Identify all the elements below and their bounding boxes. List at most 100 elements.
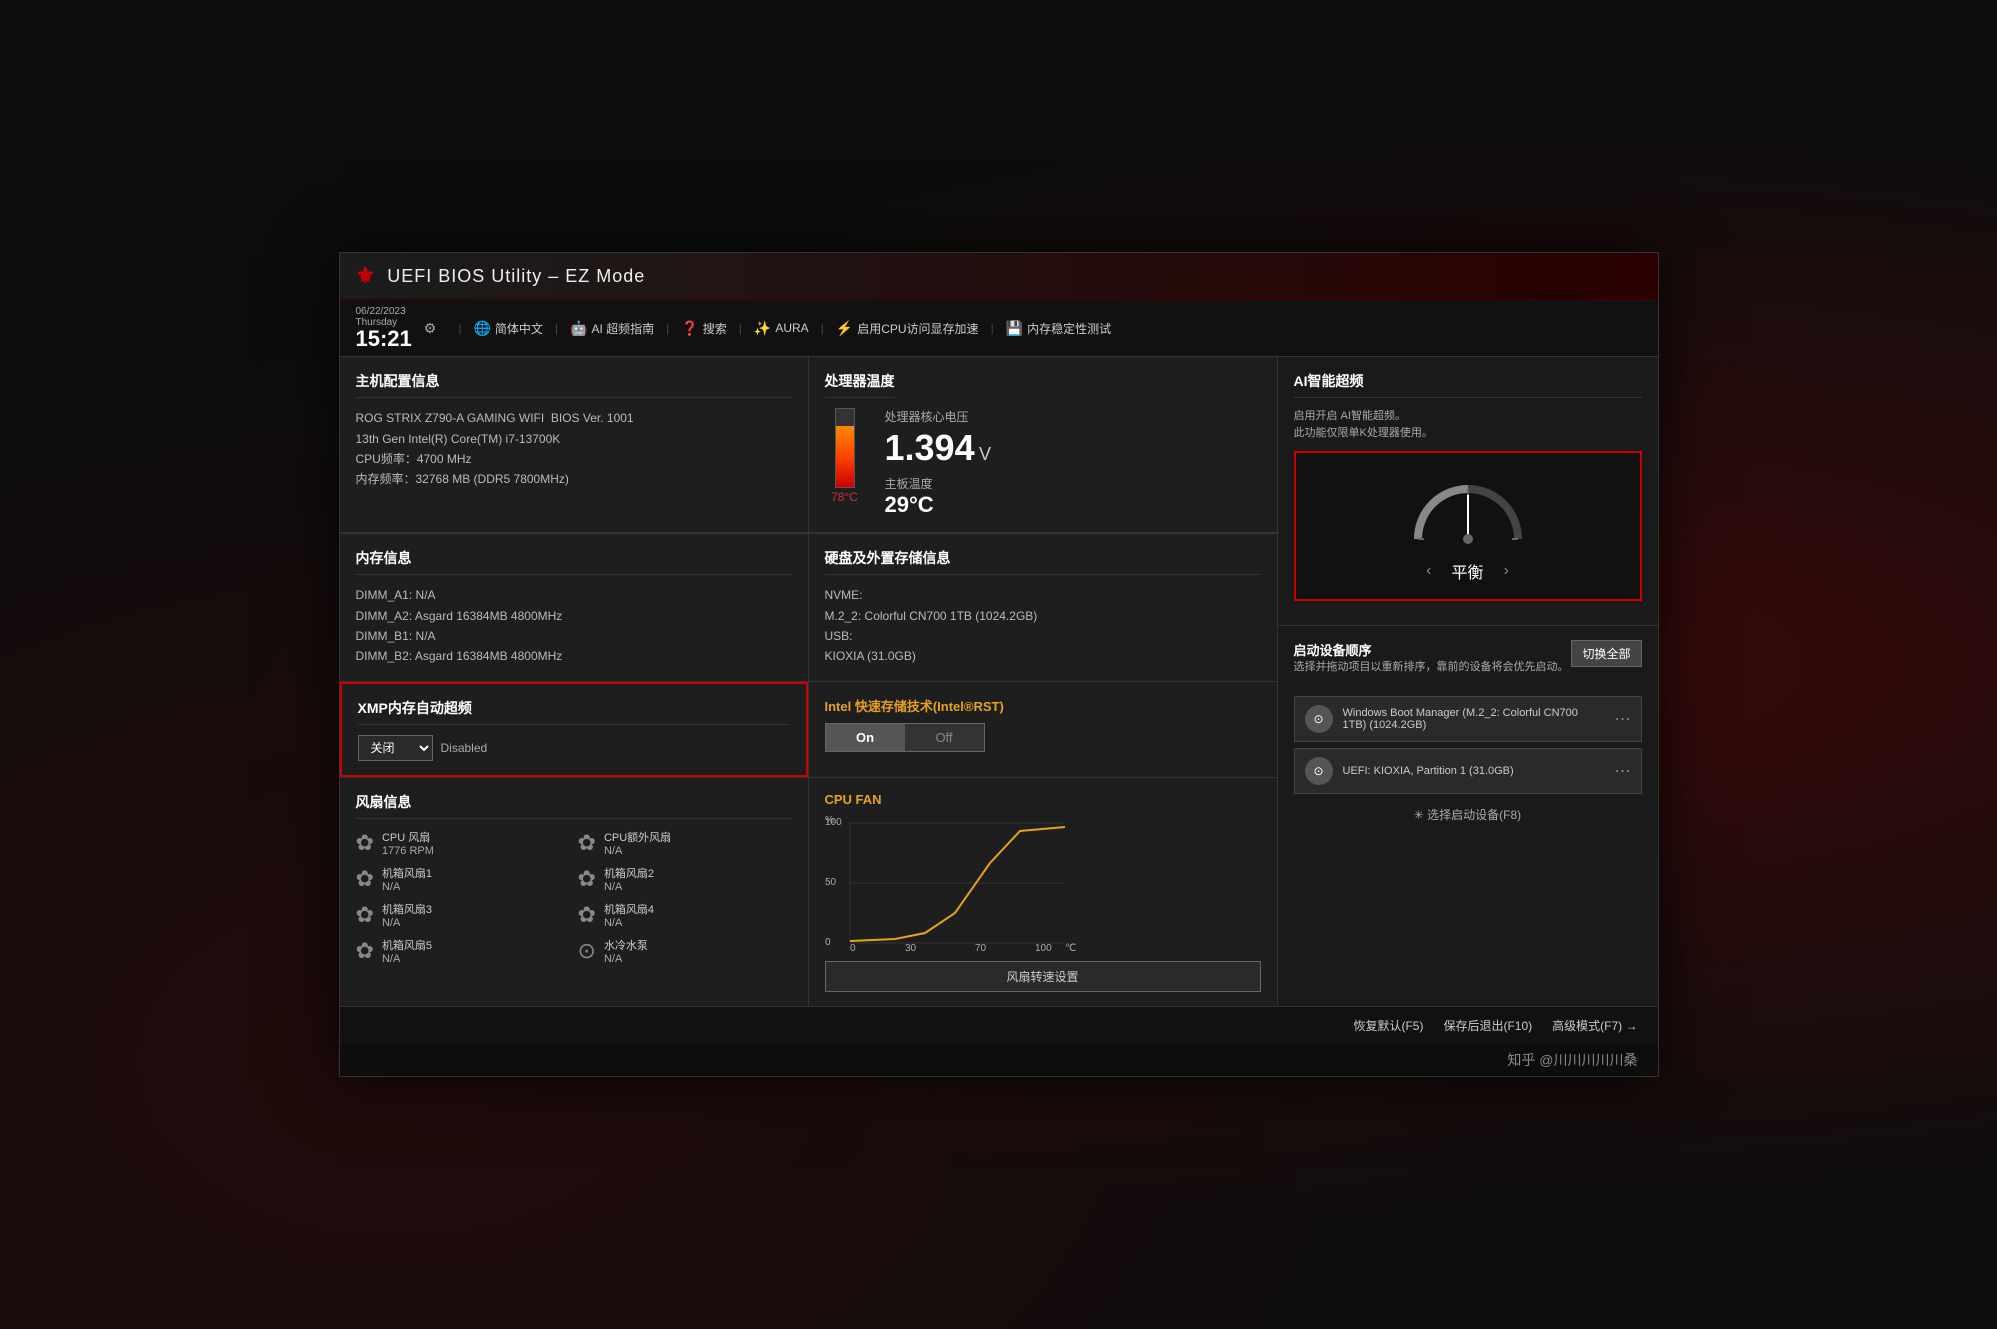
rst-panel: Intel 快速存储技术(Intel®RST) On Off [809, 682, 1277, 777]
xmp-select[interactable]: 关闭XMP IXMP II [358, 735, 433, 761]
gauge-nav: ‹ 平衡 › [1312, 559, 1624, 583]
advanced-mode-button[interactable]: 高级模式(F7) → [1552, 1017, 1637, 1034]
ai-panel: AI智能超频 启用开启 AI智能超频。此功能仅限单K处理器使用。 [1278, 357, 1658, 625]
fan-chassis3-info: 机箱风扇3 N/A [382, 901, 432, 929]
fan-cpu-icon: ✿ [356, 830, 374, 856]
boot-item-menu-kioxia[interactable]: ⋯ [1615, 761, 1631, 781]
memory-slots: DIMM_A1: N/A DIMM_A2: Asgard 16384MB 480… [356, 585, 792, 667]
fan-chassis4-icon: ✿ [578, 902, 596, 928]
window-title: UEFI BIOS Utility – EZ Mode [387, 266, 645, 287]
cpu-icon: ⚡ [836, 320, 853, 337]
boot-item-icon-windows: ⊙ [1305, 705, 1333, 733]
mb-temp-label: 主板温度 [885, 475, 992, 492]
speedometer-svg [1408, 469, 1528, 549]
fan-pump-icon: ⊙ [578, 938, 596, 964]
fan-chassis5: ✿ 机箱风扇5 N/A [356, 937, 570, 965]
time-display: 15:21 [356, 328, 412, 350]
settings-icon[interactable]: ⚙ [424, 320, 437, 337]
dimm-a2: DIMM_A2: Asgard 16384MB 4800MHz [356, 606, 792, 626]
svg-text:0: 0 [825, 937, 831, 948]
xmp-dropdown: 关闭XMP IXMP II Disabled [358, 735, 790, 761]
toolbar-search[interactable]: ❓ 搜索 [675, 318, 732, 339]
toolbar-cpu-access[interactable]: ⚡ 启用CPU访问显存加速 [830, 318, 985, 339]
ai-description: 启用开启 AI智能超频。此功能仅限单K处理器使用。 [1294, 408, 1642, 441]
boot-item-kioxia[interactable]: ⊙ UEFI: KIOXIA, Partition 1 (31.0GB) ⋯ [1294, 748, 1642, 794]
fan-cpu-extra-icon: ✿ [578, 830, 596, 856]
toolbar-ai-guide[interactable]: 🤖 AI 超频指南 [564, 318, 660, 339]
fan-chassis3-icon: ✿ [356, 902, 374, 928]
boot-item-windows[interactable]: ⊙ Windows Boot Manager (M.2_2: Colorful … [1294, 696, 1642, 742]
aura-icon: ✨ [754, 320, 771, 337]
fan-chassis2-icon: ✿ [578, 866, 596, 892]
dimm-b2: DIMM_B2: Asgard 16384MB 4800MHz [356, 646, 792, 666]
gauge-prev-button[interactable]: ‹ [1426, 562, 1431, 580]
restore-defaults-button[interactable]: 恢复默认(F5) [1353, 1017, 1423, 1034]
temp-bar: 78°C [825, 408, 865, 504]
question-icon: ❓ [681, 320, 698, 337]
gauge-mode: 平衡 [1451, 559, 1483, 583]
rst-on-button[interactable]: On [826, 724, 905, 751]
fan-title: 风扇信息 [356, 792, 792, 819]
rst-off-button[interactable]: Off [905, 724, 984, 751]
mb-temp-section: 主板温度 29°C [885, 475, 992, 518]
watermark: 知乎 @川川川川川桑 [340, 1044, 1658, 1076]
toolbar: 06/22/2023 Thursday 15:21 ⚙ | 🌐 简体中文 | 🤖… [340, 300, 1658, 357]
voltage-title: 处理器核心电压 [885, 408, 992, 425]
boot-order-info: 启动设备顺序 选择并拖动项目以重新排序，靠前的设备将会优先启动。 [1294, 640, 1569, 686]
boot-switch-button[interactable]: 切换全部 [1571, 640, 1641, 667]
save-exit-button[interactable]: 保存后退出(F10) [1443, 1017, 1532, 1034]
temp-voltage-display: 78°C 处理器核心电压 1.394 V 主板温度 29°C [825, 408, 1261, 518]
sysinfo-cpu: 13th Gen Intel(R) Core(TM) i7-13700K [356, 429, 792, 449]
gauge-next-button[interactable]: › [1504, 562, 1509, 580]
toolbar-mem-test[interactable]: 💾 内存稳定性测试 [1000, 318, 1117, 339]
fan-cpu-info: CPU 风扇 1776 RPM [382, 829, 434, 857]
toolbar-aura[interactable]: ✨ AURA [748, 318, 815, 339]
rog-logo: ⚜ [356, 263, 376, 289]
fan-grid: ✿ CPU 风扇 1776 RPM ✿ CPU额外风扇 N/A [356, 829, 792, 965]
sysinfo-title: 主机配置信息 [356, 371, 792, 398]
fan-panel: 风扇信息 ✿ CPU 风扇 1776 RPM ✿ CPU额 [340, 778, 808, 1006]
ai-gauge-box[interactable]: ‹ 平衡 › [1294, 451, 1642, 601]
main-window: ⚜ UEFI BIOS Utility – EZ Mode 06/22/2023… [339, 252, 1659, 1077]
cpu-temp-value: 78°C [831, 490, 858, 504]
boot-item-menu-windows[interactable]: ⋯ [1615, 709, 1631, 729]
sysinfo-cpufreq: CPU频率：4700 MHz [356, 449, 792, 469]
fan-chart-svg: % 100 50 0 0 30 70 100 ℃ [825, 813, 1095, 953]
xmp-status: Disabled [441, 741, 488, 755]
left-column: 主机配置信息 ROG STRIX Z790-A GAMING WIFI BIOS… [340, 357, 1277, 1006]
mem-icon: 💾 [1006, 320, 1023, 337]
fan-cpu: ✿ CPU 风扇 1776 RPM [356, 829, 570, 857]
svg-text:100: 100 [1035, 943, 1052, 953]
xmp-panel: XMP内存自动超频 关闭XMP IXMP II Disabled [340, 682, 808, 777]
rst-title: Intel 快速存储技术(Intel®RST) [825, 696, 1261, 715]
fan-pump-info: 水冷水泵 N/A [604, 937, 648, 965]
fan-cpu-extra-info: CPU额外风扇 N/A [604, 829, 671, 857]
ai-icon: 🤖 [570, 320, 587, 337]
select-boot-button[interactable]: ✳ 选择启动设备(F8) [1294, 806, 1642, 823]
cpufan-title: CPU FAN [825, 792, 1261, 807]
sysinfo-mem: 内存频率：32768 MB (DDR5 7800MHz) [356, 469, 792, 489]
fan-chassis2-info: 机箱风扇2 N/A [604, 865, 654, 893]
boot-order-title: 启动设备顺序 [1294, 640, 1569, 659]
datetime-display: 06/22/2023 Thursday 15:21 [356, 306, 412, 350]
boot-panel-header: 启动设备顺序 选择并拖动项目以重新排序，靠前的设备将会优先启动。 切换全部 [1294, 640, 1642, 686]
fan-cpu-extra: ✿ CPU额外风扇 N/A [578, 829, 792, 857]
fan-chassis1-info: 机箱风扇1 N/A [382, 865, 432, 893]
row1: 主机配置信息 ROG STRIX Z790-A GAMING WIFI BIOS… [340, 357, 1277, 532]
cpu-temp-title: 处理器温度 [825, 371, 895, 398]
fan-speed-button[interactable]: 风扇转速设置 [825, 961, 1261, 992]
fan-chart: % 100 50 0 0 30 70 100 ℃ [825, 813, 1085, 953]
nvme-section: NVME: [825, 585, 1261, 605]
voltage-section: 处理器核心电压 1.394 V 主板温度 29°C [885, 408, 992, 518]
sysinfo-panel: 主机配置信息 ROG STRIX Z790-A GAMING WIFI BIOS… [340, 357, 808, 532]
row4: 风扇信息 ✿ CPU 风扇 1776 RPM ✿ CPU额 [340, 778, 1277, 1006]
fan-chassis5-info: 机箱风扇5 N/A [382, 937, 432, 965]
m2-section: M.2_2: Colorful CN700 1TB (1024.2GB) [825, 606, 1261, 626]
toolbar-lang[interactable]: 🌐 简体中文 [467, 318, 548, 339]
sysinfo-model: ROG STRIX Z790-A GAMING WIFI BIOS Ver. 1… [356, 408, 792, 428]
xmp-title: XMP内存自动超频 [358, 698, 790, 725]
row2: 内存信息 DIMM_A1: N/A DIMM_A2: Asgard 16384M… [340, 533, 1277, 681]
voltage-display: 1.394 V [885, 427, 992, 469]
svg-text:℃: ℃ [1065, 943, 1076, 953]
fan-pump: ⊙ 水冷水泵 N/A [578, 937, 792, 965]
